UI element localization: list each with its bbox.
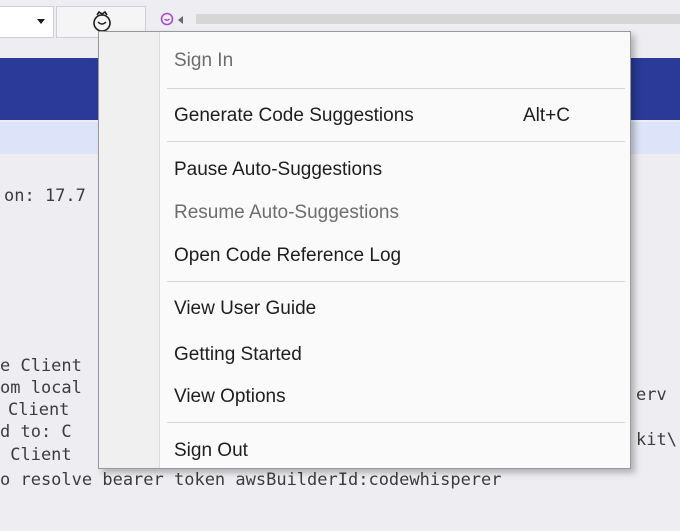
menu-separator [167,88,625,89]
menu-item-sign-in: Sign In [174,50,234,71]
output-line: o resolve bearer token awsBuilderId:code… [0,470,502,490]
menu-separator [167,422,625,423]
menu-item-sign-out[interactable]: Sign Out [159,433,629,468]
menu-item-view-user-guide[interactable]: View User Guide [159,291,629,327]
shortcut-label: Alt+C [523,105,570,126]
menu-item-pause-auto-suggestions[interactable]: Pause Auto-Suggestions [159,152,629,188]
context-menu: Sign In Generate Code Suggestions Alt+C … [98,31,631,469]
menu-item-view-options[interactable]: View Options [159,379,629,415]
menu-item-resume-auto-suggestions: Resume Auto-Suggestions [174,202,399,223]
output-line: kit\ [636,430,677,450]
menu-icon-gutter [99,32,160,468]
toolbar-scroll-track[interactable] [196,14,680,24]
output-line: e Client [0,356,82,376]
menu-separator [167,281,625,282]
toolbar-dropdown[interactable] [0,6,54,38]
menu-separator [167,141,625,142]
menu-item-getting-started[interactable]: Getting Started [159,337,629,373]
output-line: Client [8,400,70,420]
menu-item-open-code-reference-log[interactable]: Open Code Reference Log [159,238,629,274]
output-line: d to: C [0,422,72,442]
scroll-left-icon[interactable] [178,16,183,24]
output-line: Client [0,445,72,465]
menu-item-generate-code-suggestions[interactable]: Generate Code Suggestions Alt+C [159,98,629,134]
chevron-down-icon [37,19,45,24]
output-line: om local [0,378,82,398]
purple-circle-icon[interactable] [160,12,174,26]
output-line: erv [636,385,667,405]
output-line: on: 17.7 [4,186,86,206]
